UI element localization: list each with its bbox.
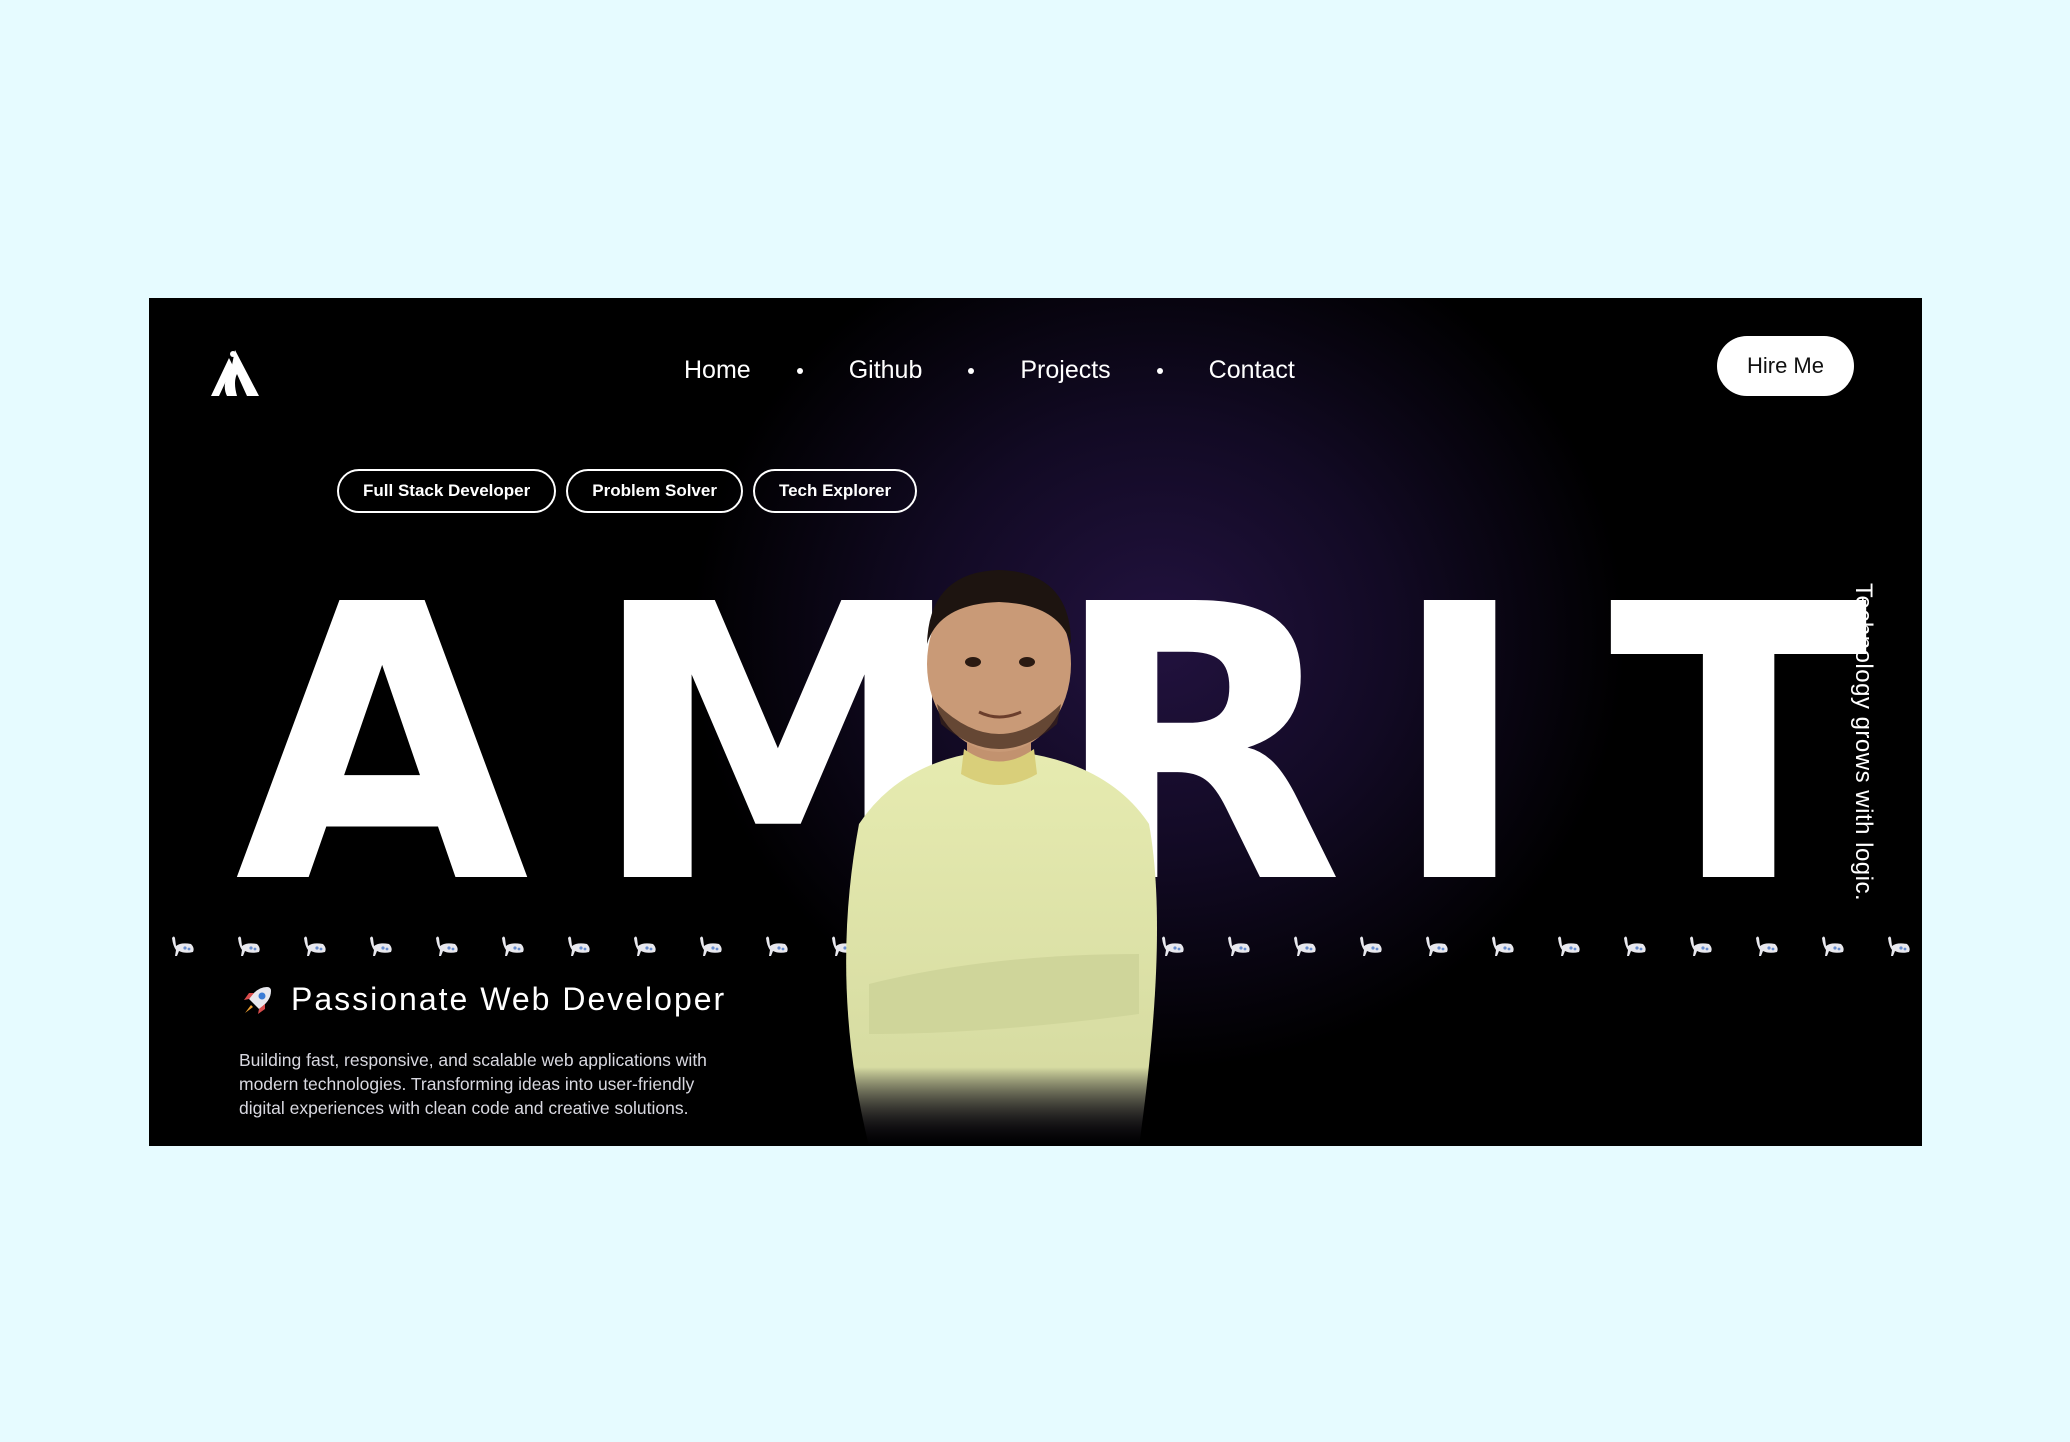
peacock-icon — [370, 936, 392, 956]
peacock-icon — [1492, 936, 1514, 956]
peacock-icon — [1426, 936, 1448, 956]
nav-github[interactable]: Github — [849, 356, 923, 385]
nav-contact[interactable]: Contact — [1209, 356, 1295, 385]
peacock-icon — [766, 936, 788, 956]
peacock-icon — [1624, 936, 1646, 956]
hire-me-button[interactable]: Hire Me — [1717, 336, 1854, 396]
role-tags: Full Stack Developer Problem Solver Tech… — [337, 469, 918, 513]
tag-full-stack: Full Stack Developer — [337, 469, 557, 513]
peacock-icon — [1756, 936, 1778, 956]
peacock-icon — [1822, 936, 1844, 956]
name-letter-t: T — [1609, 524, 1869, 967]
headline-text: Passionate Web Developer — [291, 981, 727, 1017]
peacock-icon — [502, 936, 524, 956]
hero-description: Building fast, responsive, and scalable … — [239, 1049, 707, 1118]
peacock-icon — [436, 936, 458, 956]
name-letter-a: A — [235, 524, 530, 967]
nav-projects[interactable]: Projects — [1020, 356, 1110, 385]
peacock-a-logo-icon[interactable] — [207, 344, 263, 400]
headline: Passionate Web Developer — [241, 981, 726, 1018]
peacock-icon — [1228, 936, 1250, 956]
main-nav: Home Github Projects Contact — [684, 356, 1295, 385]
peacock-icon — [1690, 936, 1712, 956]
tag-tech-explorer: Tech Explorer — [752, 469, 918, 513]
peacock-icon — [304, 936, 326, 956]
peacock-icon — [1558, 936, 1580, 956]
peacock-icon — [1294, 936, 1316, 956]
nav-separator — [796, 367, 803, 374]
rocket-icon — [244, 986, 271, 1014]
peacock-icon — [1360, 936, 1382, 956]
peacock-icon — [238, 936, 260, 956]
nav-separator — [1156, 367, 1163, 374]
hero-section: Home Github Projects Contact Hire Me Ful… — [149, 298, 1922, 1146]
name-letter-i: I — [1389, 524, 1531, 967]
tag-problem-solver: Problem Solver — [566, 469, 743, 513]
peacock-icon — [634, 936, 656, 956]
nav-home[interactable]: Home — [684, 356, 751, 385]
peacock-icon — [568, 936, 590, 956]
peacock-icon — [700, 936, 722, 956]
portrait-image — [846, 570, 1157, 1146]
peacock-icon — [172, 936, 194, 956]
nav-separator — [968, 367, 975, 374]
tagline-vertical: Technology grows with logic. — [1850, 583, 1877, 902]
peacock-icon — [1888, 936, 1910, 956]
